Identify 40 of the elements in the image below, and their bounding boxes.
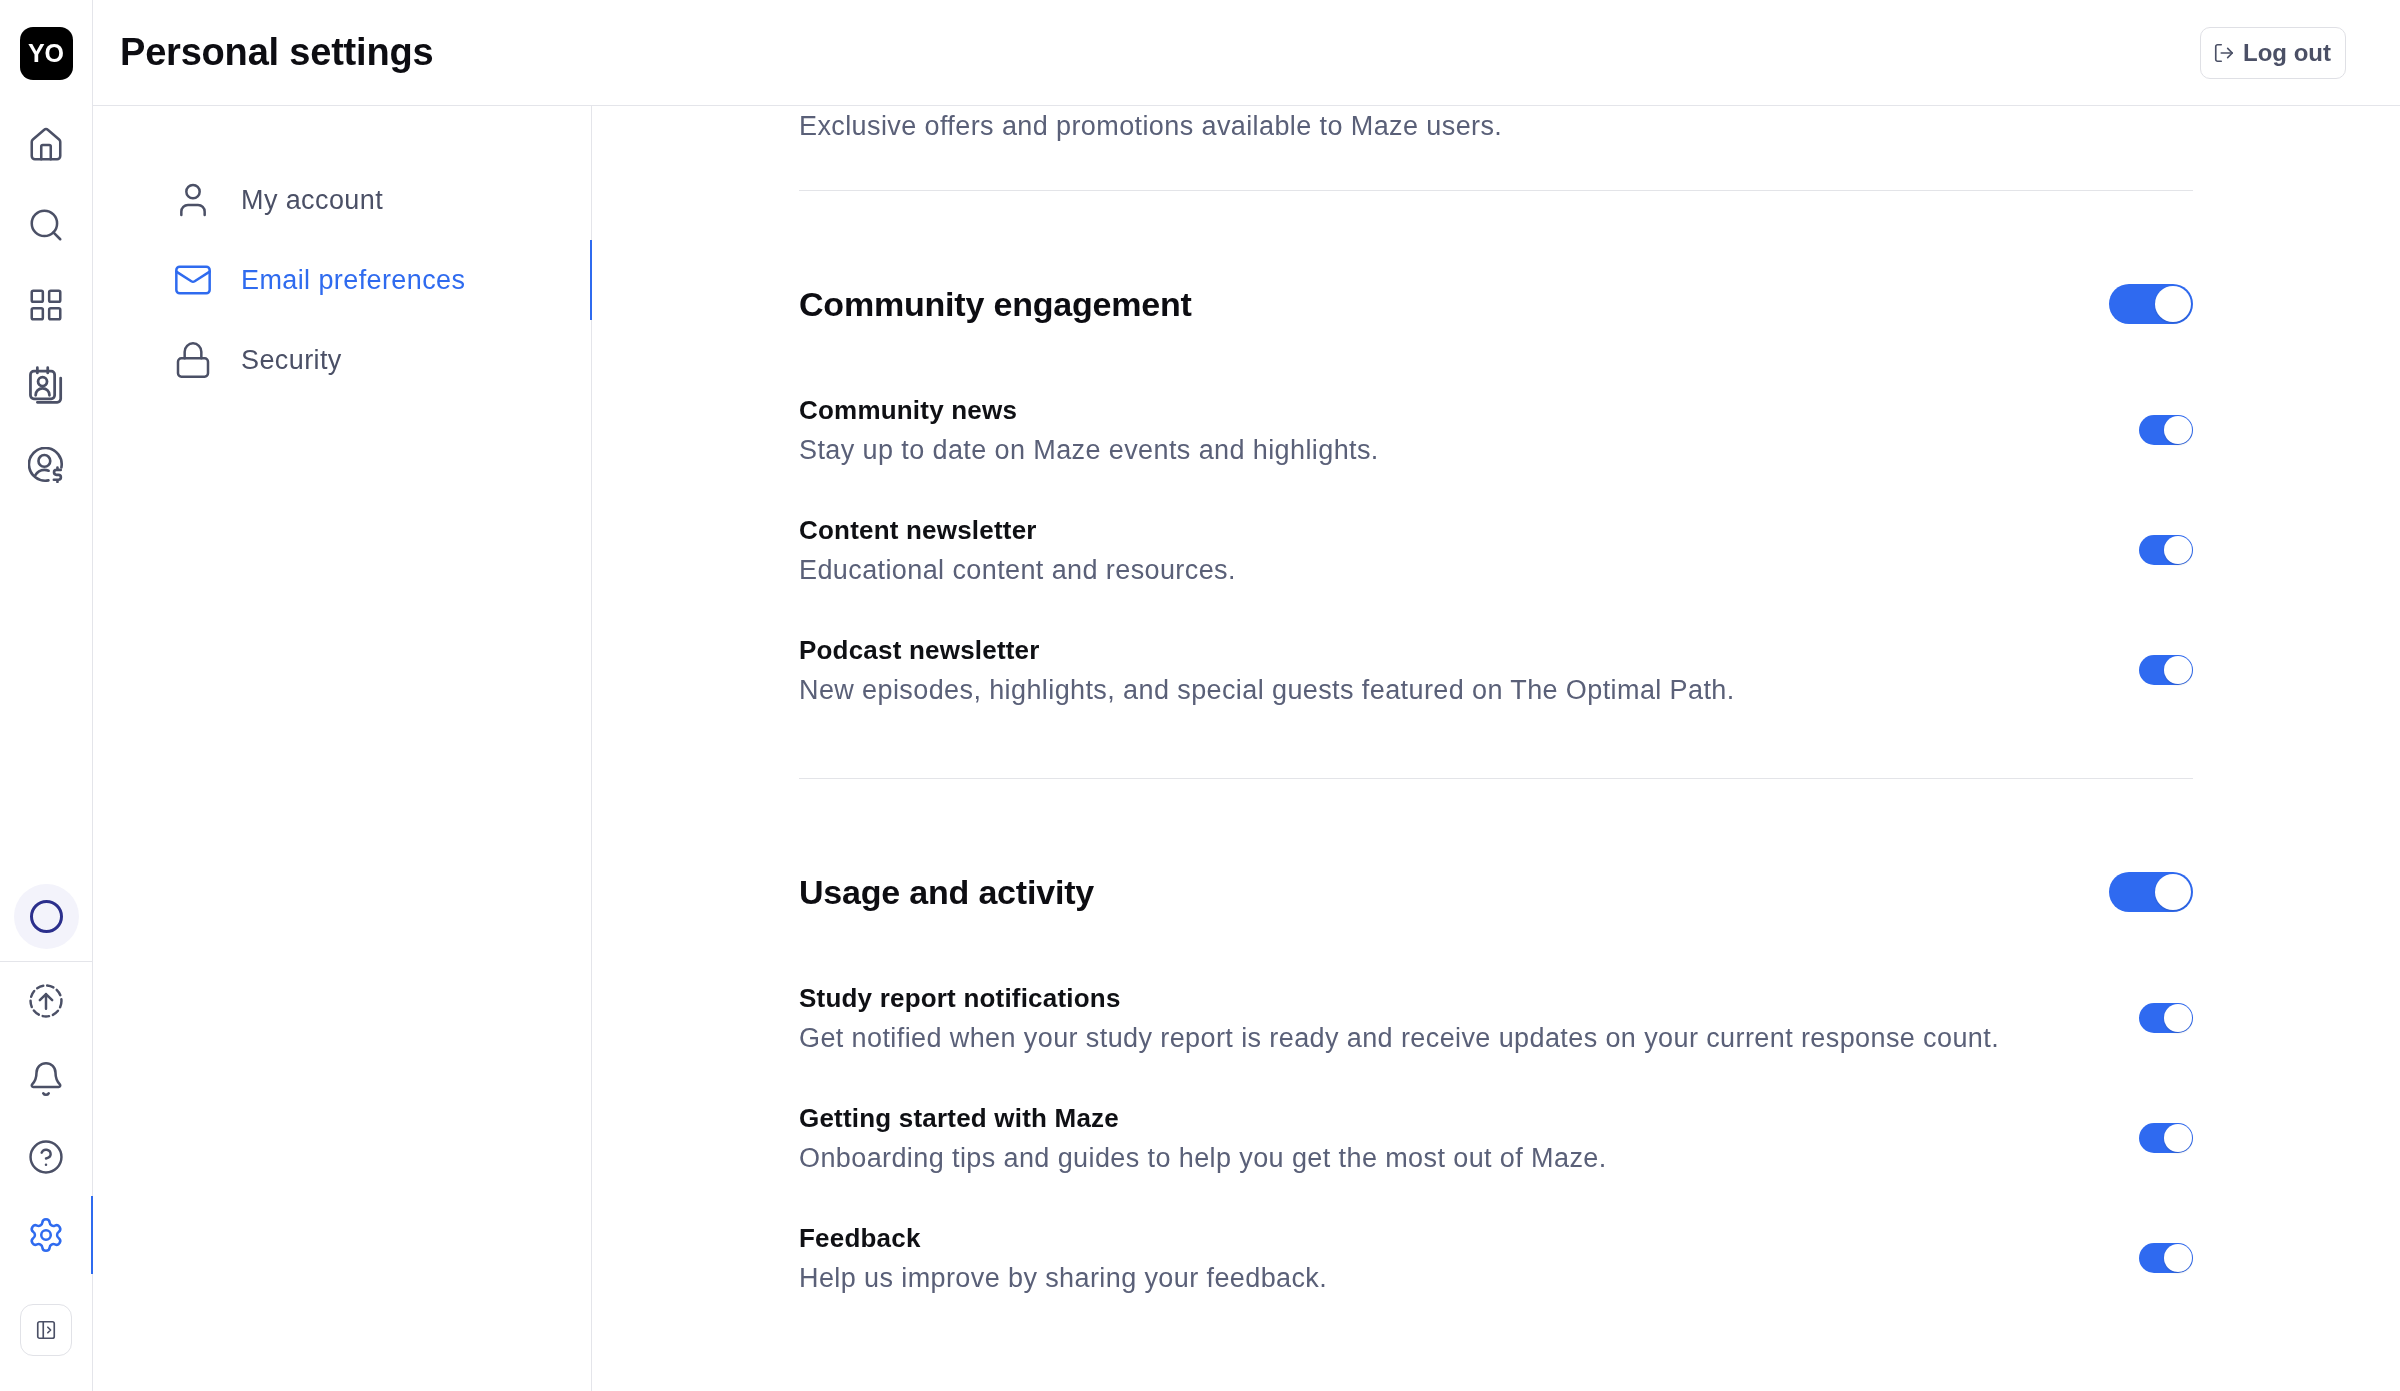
preference-description: Stay up to date on Maze events and highlights. [799,434,1379,467]
preference-toggle[interactable] [2139,415,2193,445]
collapse-sidebar-button[interactable] [20,1304,72,1356]
preference-description: Exclusive offers and promotions available to Maze users. [799,110,1504,143]
preference-toggle[interactable] [2139,535,2193,565]
grid-icon[interactable] [27,286,65,324]
preference-description: New episodes, highlights, and special guests featured on The Optimal Path. [799,674,1735,707]
preference-description: Onboarding tips and guides to help you get the most out of Maze. [799,1142,1607,1175]
preference-title: Podcast newsletter [799,634,1041,667]
section-heading: Usage and activity [799,872,1094,912]
upload-icon[interactable] [29,984,63,1018]
settings-nav-link[interactable]: Security [93,320,591,400]
logout-icon [2213,41,2236,64]
page-title: Personal settings [120,31,434,74]
preference-title: Feedback [799,1222,922,1255]
preference-title: Getting started with Maze [799,1102,1120,1135]
section-heading: Community engagement [799,284,1192,324]
ring-icon[interactable] [13,884,79,949]
preference-description: Get notified when your study report is ready and receive updates on your current response count. [799,1022,2000,1055]
user-dollar-icon[interactable] [28,447,64,483]
workspace-avatar[interactable]: YO [19,27,73,80]
section-toggle[interactable] [2109,284,2193,324]
preference-title: Content newsletter [799,514,1038,547]
logout-button[interactable]: Log out [2200,26,2346,79]
settings-icon[interactable] [27,1216,65,1254]
person-card-icon[interactable] [28,366,64,404]
preference-toggle[interactable] [2139,1003,2193,1033]
preference-description: Help us improve by sharing your feedback. [799,1262,1328,1295]
preference-title: Study report notifications [799,982,1122,1015]
section-toggle[interactable] [2109,872,2193,912]
help-icon[interactable] [29,1140,63,1174]
preference-toggle[interactable] [2139,1123,2193,1153]
home-icon[interactable] [27,126,65,164]
preference-toggle[interactable] [2139,655,2193,685]
panel-chevron-icon [35,1319,57,1341]
preference-title: Community news [799,394,1019,427]
settings-nav-link[interactable]: My account [93,160,591,240]
preference-toggle[interactable] [2139,1243,2193,1273]
preference-description: Educational content and resources. [799,554,1236,587]
settings-nav-link[interactable]: Email preferences [93,240,591,320]
